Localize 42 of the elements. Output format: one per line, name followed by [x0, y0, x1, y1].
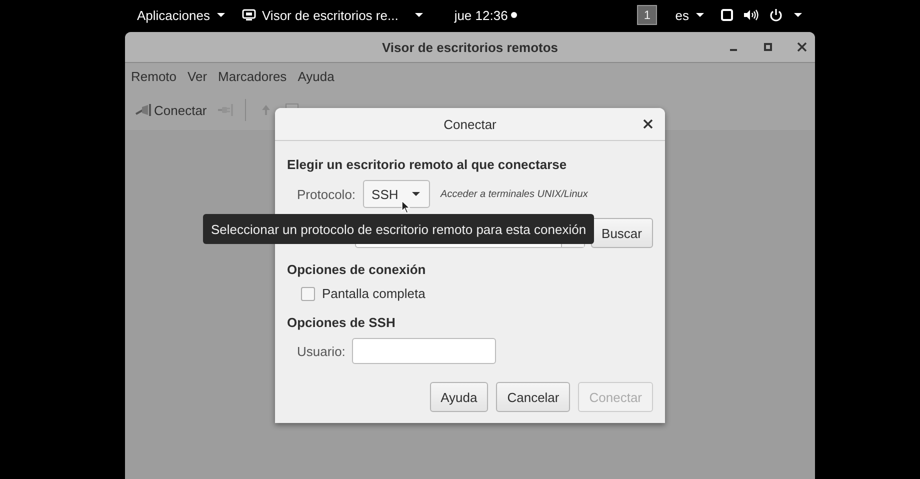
menu-item[interactable]: Remoto: [131, 69, 177, 84]
close-icon[interactable]: [797, 42, 807, 52]
workspace-indicator[interactable]: 1: [637, 5, 658, 25]
protocol-description: Acceder a terminales UNIX/Linux: [440, 188, 588, 200]
notification-dot-icon: [510, 12, 517, 18]
section-heading: Opciones de SSH: [287, 315, 396, 330]
checkbox-label[interactable]: Pantalla completa: [322, 286, 426, 301]
username-field[interactable]: [352, 338, 496, 364]
app-menu[interactable]: Visor de escritorios re...: [234, 3, 432, 27]
power-icon: [769, 8, 783, 22]
field-label: Usuario:: [297, 344, 346, 358]
dialog-button[interactable]: Ayuda: [430, 382, 488, 412]
mouse-pointer-icon: [401, 200, 411, 214]
caret-icon: [793, 11, 803, 19]
dialog-title: Conectar: [444, 116, 496, 132]
plug-icon: [216, 102, 233, 118]
checkbox[interactable]: [301, 286, 315, 300]
menu-item[interactable]: Ver: [188, 69, 208, 84]
tooltip: Seleccionar un protocolo de escritorio remoto para esta conexión: [203, 214, 594, 244]
maximize-icon[interactable]: [763, 42, 773, 52]
section-heading: Elegir un escritorio remoto al que conectarse: [287, 157, 568, 172]
dialog-button[interactable]: Cancelar: [496, 382, 570, 412]
keyboard-layout-menu[interactable]: es: [667, 3, 713, 27]
window-title: Visor de escritorios remotos: [382, 40, 558, 54]
caret-icon: [216, 11, 226, 19]
search-button[interactable]: Buscar: [590, 218, 653, 248]
monitor-icon: [242, 9, 256, 21]
toolbar-button[interactable]: Conectar: [133, 100, 209, 120]
caret-icon: [414, 11, 424, 19]
applications-menu[interactable]: Aplicaciones: [129, 3, 234, 27]
volume-icon: [743, 9, 759, 21]
clock[interactable]: jue 12:36: [446, 3, 525, 27]
caret-icon: [410, 190, 421, 198]
window-icon: [721, 9, 733, 21]
field-label: Protocolo:: [297, 186, 356, 202]
menu-item[interactable]: Ayuda: [298, 69, 334, 84]
caret-icon: [695, 11, 705, 19]
menu-item[interactable]: Marcadores: [218, 69, 287, 84]
protocol-dropdown[interactable]: SSH: [362, 180, 430, 208]
plug-icon: [135, 102, 151, 118]
section-heading: Opciones de conexión: [287, 262, 427, 277]
close-icon[interactable]: [643, 119, 653, 129]
